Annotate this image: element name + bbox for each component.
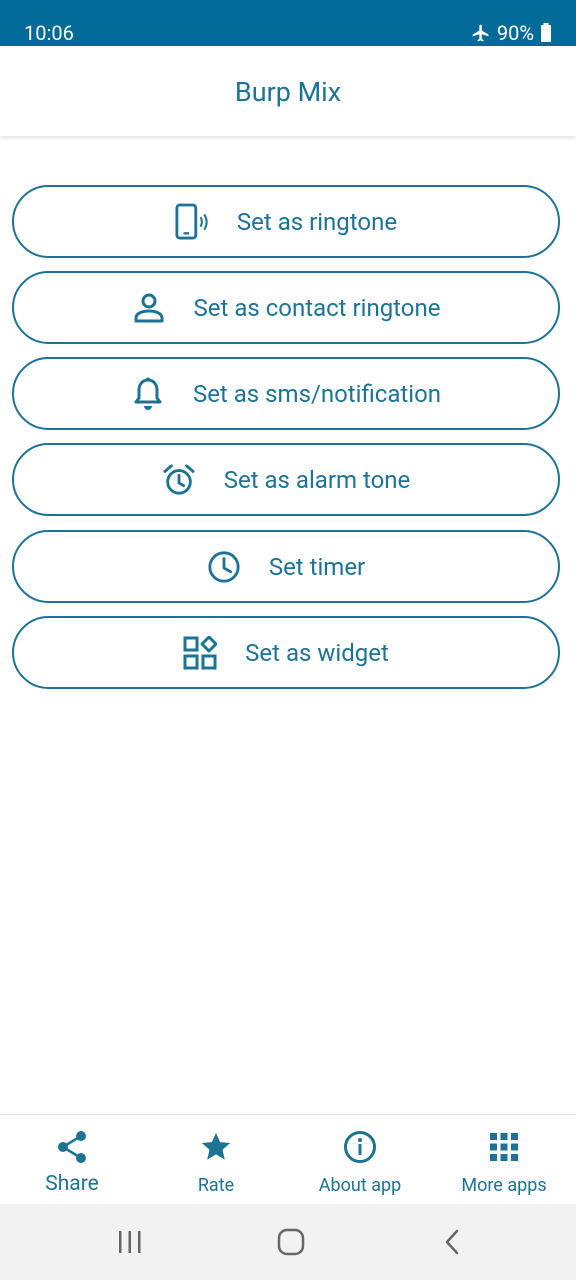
set-widget-label: Set as widget xyxy=(245,638,389,667)
set-timer-button[interactable]: Set timer xyxy=(12,530,560,603)
home-button[interactable] xyxy=(271,1226,311,1258)
set-timer-label: Set timer xyxy=(268,552,366,581)
share-label: Share xyxy=(45,1172,99,1196)
set-alarm-tone-button[interactable]: Set as alarm tone xyxy=(12,443,560,516)
back-icon xyxy=(445,1229,459,1255)
share-icon xyxy=(56,1129,88,1165)
more-apps-label: More apps xyxy=(461,1175,547,1196)
widgets-icon xyxy=(183,635,218,670)
rate-label: Rate xyxy=(197,1175,235,1196)
set-contact-ringtone-button[interactable]: Set as contact ringtone xyxy=(12,271,560,344)
home-icon xyxy=(277,1228,305,1256)
system-nav-bar xyxy=(0,1204,576,1280)
bottom-nav: Share Rate About app More apps xyxy=(0,1114,576,1205)
set-ringtone-label: Set as ringtone xyxy=(236,207,398,236)
set-sms-notification-label: Set as sms/notification xyxy=(192,379,442,408)
page-title: Burp Mix xyxy=(234,76,342,108)
clock-icon xyxy=(207,550,241,584)
set-ringtone-button[interactable]: Set as ringtone xyxy=(12,185,560,258)
battery-percent: 90% xyxy=(496,21,534,45)
status-time: 10:06 xyxy=(24,21,74,45)
set-alarm-tone-label: Set as alarm tone xyxy=(223,465,411,494)
about-app-button[interactable]: About app xyxy=(288,1115,432,1205)
apps-grid-icon xyxy=(490,1129,518,1165)
set-widget-button[interactable]: Set as widget xyxy=(12,616,560,689)
status-indicators: 90% xyxy=(471,19,552,47)
info-icon xyxy=(343,1129,377,1165)
set-contact-ringtone-label: Set as contact ringtone xyxy=(193,293,441,322)
more-apps-button[interactable]: More apps xyxy=(432,1115,576,1205)
set-sms-notification-button[interactable]: Set as sms/notification xyxy=(12,357,560,430)
bell-icon xyxy=(131,377,165,411)
app-bar: Burp Mix xyxy=(0,46,576,136)
rate-button[interactable]: Rate xyxy=(144,1115,288,1205)
alarm-clock-icon xyxy=(162,463,196,497)
person-icon xyxy=(132,291,166,325)
star-icon xyxy=(199,1129,233,1165)
recent-apps-icon xyxy=(119,1231,141,1253)
status-bar: 10:06 90% xyxy=(0,0,576,46)
back-button[interactable] xyxy=(432,1226,472,1258)
airplane-icon xyxy=(471,23,491,43)
recent-apps-button[interactable] xyxy=(110,1226,150,1258)
phone-vibrate-icon xyxy=(175,203,209,239)
share-button[interactable]: Share xyxy=(0,1115,144,1205)
about-app-label: About app xyxy=(318,1175,402,1196)
battery-icon xyxy=(540,23,552,43)
